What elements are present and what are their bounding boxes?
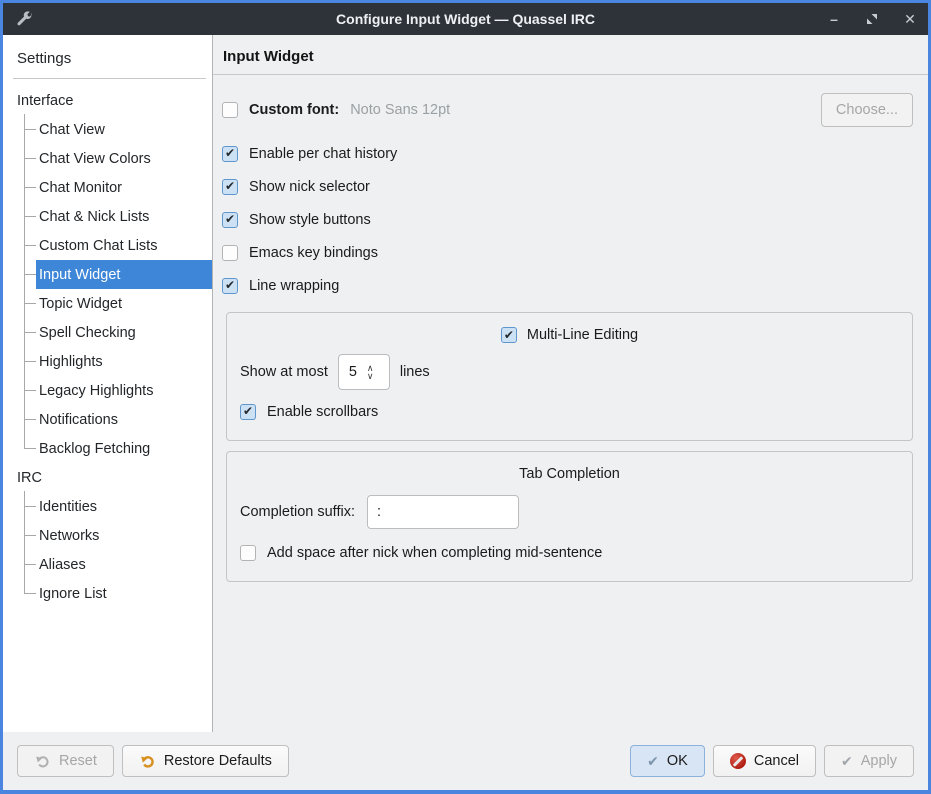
spin-down-icon[interactable]: ∨ bbox=[367, 372, 374, 380]
tree-item-aliases[interactable]: Aliases bbox=[3, 550, 212, 579]
custom-font-label: Custom font: bbox=[249, 102, 339, 118]
button-bar: Reset Restore Defaults ✔ OK Cancel ✔ App… bbox=[3, 732, 928, 790]
settings-tree: Interface Chat View Chat View Colors Cha… bbox=[3, 86, 212, 608]
show-at-most-label: Show at most bbox=[240, 364, 328, 380]
tree-item-backlog-fetching[interactable]: Backlog Fetching bbox=[3, 434, 212, 463]
settings-sidebar: Settings Interface Chat View Chat View C… bbox=[3, 35, 213, 732]
completion-suffix-label: Completion suffix: bbox=[240, 504, 355, 520]
apply-button[interactable]: ✔ Apply bbox=[824, 745, 914, 777]
tree-item-spell-checking[interactable]: Spell Checking bbox=[3, 318, 212, 347]
style-buttons-label: Show style buttons bbox=[249, 212, 371, 228]
option-row: Show style buttons bbox=[222, 203, 913, 236]
multiline-editing-header: Multi-Line Editing bbox=[240, 321, 899, 349]
apply-label: Apply bbox=[861, 753, 897, 769]
tree-item-ignore-list[interactable]: Ignore List bbox=[3, 579, 212, 608]
cancel-label: Cancel bbox=[754, 753, 799, 769]
nick-selector-checkbox[interactable] bbox=[222, 179, 238, 195]
tree-item-chat-view-colors[interactable]: Chat View Colors bbox=[3, 144, 212, 173]
add-space-checkbox[interactable] bbox=[240, 545, 256, 561]
cancel-icon bbox=[730, 753, 746, 769]
minimize-button[interactable]: – bbox=[826, 11, 842, 27]
tree-item-custom-chat-lists[interactable]: Custom Chat Lists bbox=[3, 231, 212, 260]
lines-spinbox[interactable]: ∧ ∨ bbox=[338, 354, 390, 390]
wrench-icon bbox=[13, 8, 35, 30]
maximize-button[interactable] bbox=[864, 11, 880, 27]
per-chat-history-label: Enable per chat history bbox=[249, 146, 397, 162]
tab-completion-group: Tab Completion Completion suffix: Add sp… bbox=[226, 451, 913, 582]
tree-item-networks[interactable]: Networks bbox=[3, 521, 212, 550]
titlebar: Configure Input Widget — Quassel IRC – ✕ bbox=[3, 3, 928, 35]
undo-icon bbox=[34, 754, 51, 769]
settings-window: Configure Input Widget — Quassel IRC – ✕… bbox=[0, 0, 931, 794]
option-row: Enable per chat history bbox=[222, 137, 913, 170]
sidebar-separator bbox=[13, 78, 206, 79]
tree-item-identities[interactable]: Identities bbox=[3, 492, 212, 521]
reset-button[interactable]: Reset bbox=[17, 745, 114, 777]
lines-label: lines bbox=[400, 364, 430, 380]
ok-label: OK bbox=[667, 753, 688, 769]
option-row: Emacs key bindings bbox=[222, 236, 913, 269]
page-title: Input Widget bbox=[213, 35, 928, 74]
restore-defaults-button[interactable]: Restore Defaults bbox=[122, 745, 289, 777]
tab-completion-title: Tab Completion bbox=[519, 466, 620, 482]
lines-spinbox-input[interactable] bbox=[339, 363, 365, 381]
irc-children: Identities Networks Aliases Ignore List bbox=[3, 492, 212, 608]
option-row: Line wrapping bbox=[222, 269, 913, 302]
custom-font-value: Noto Sans 12pt bbox=[350, 102, 450, 118]
style-buttons-checkbox[interactable] bbox=[222, 212, 238, 228]
completion-suffix-input[interactable] bbox=[367, 495, 519, 529]
line-wrapping-label: Line wrapping bbox=[249, 278, 339, 294]
restore-defaults-icon bbox=[139, 754, 156, 769]
multiline-editing-group: Multi-Line Editing Show at most ∧ ∨ line… bbox=[226, 312, 913, 441]
sidebar-title: Settings bbox=[3, 35, 212, 78]
tree-group-irc[interactable]: IRC bbox=[3, 463, 212, 492]
cancel-button[interactable]: Cancel bbox=[713, 745, 816, 777]
multiline-editing-title: Multi-Line Editing bbox=[527, 327, 638, 343]
emacs-bindings-checkbox[interactable] bbox=[222, 245, 238, 261]
add-space-label: Add space after nick when completing mid… bbox=[267, 545, 602, 561]
enable-scrollbars-label: Enable scrollbars bbox=[267, 404, 378, 420]
custom-font-row: Custom font: Noto Sans 12pt Choose... bbox=[222, 87, 913, 133]
reset-label: Reset bbox=[59, 753, 97, 769]
option-row: Show nick selector bbox=[222, 170, 913, 203]
tree-item-chat-monitor[interactable]: Chat Monitor bbox=[3, 173, 212, 202]
show-at-most-row: Show at most ∧ ∨ lines bbox=[240, 349, 899, 395]
nick-selector-label: Show nick selector bbox=[249, 179, 370, 195]
tab-completion-header: Tab Completion bbox=[240, 460, 899, 488]
emacs-bindings-label: Emacs key bindings bbox=[249, 245, 378, 261]
tree-item-chat-nick-lists[interactable]: Chat & Nick Lists bbox=[3, 202, 212, 231]
tree-item-chat-view[interactable]: Chat View bbox=[3, 115, 212, 144]
apply-check-icon: ✔ bbox=[841, 754, 853, 768]
enable-scrollbars-checkbox[interactable] bbox=[240, 404, 256, 420]
tree-group-interface[interactable]: Interface bbox=[3, 86, 212, 115]
choose-font-button[interactable]: Choose... bbox=[821, 93, 913, 127]
ok-check-icon: ✔ bbox=[647, 754, 659, 768]
close-button[interactable]: ✕ bbox=[902, 11, 918, 27]
per-chat-history-checkbox[interactable] bbox=[222, 146, 238, 162]
main-pane: Input Widget Custom font: Noto Sans 12pt… bbox=[213, 35, 928, 732]
tree-item-legacy-highlights[interactable]: Legacy Highlights bbox=[3, 376, 212, 405]
completion-suffix-row: Completion suffix: bbox=[240, 488, 899, 536]
restore-defaults-label: Restore Defaults bbox=[164, 753, 272, 769]
tree-item-notifications[interactable]: Notifications bbox=[3, 405, 212, 434]
multiline-editing-checkbox[interactable] bbox=[501, 327, 517, 343]
interface-children: Chat View Chat View Colors Chat Monitor … bbox=[3, 115, 212, 463]
window-title: Configure Input Widget — Quassel IRC bbox=[3, 11, 928, 27]
option-row: Add space after nick when completing mid… bbox=[240, 536, 899, 569]
tree-item-highlights[interactable]: Highlights bbox=[3, 347, 212, 376]
tree-item-input-widget[interactable]: Input Widget bbox=[3, 260, 212, 289]
option-row: Enable scrollbars bbox=[240, 395, 899, 428]
line-wrapping-checkbox[interactable] bbox=[222, 278, 238, 294]
ok-button[interactable]: ✔ OK bbox=[630, 745, 705, 777]
custom-font-checkbox[interactable] bbox=[222, 102, 238, 118]
tree-item-topic-widget[interactable]: Topic Widget bbox=[3, 289, 212, 318]
